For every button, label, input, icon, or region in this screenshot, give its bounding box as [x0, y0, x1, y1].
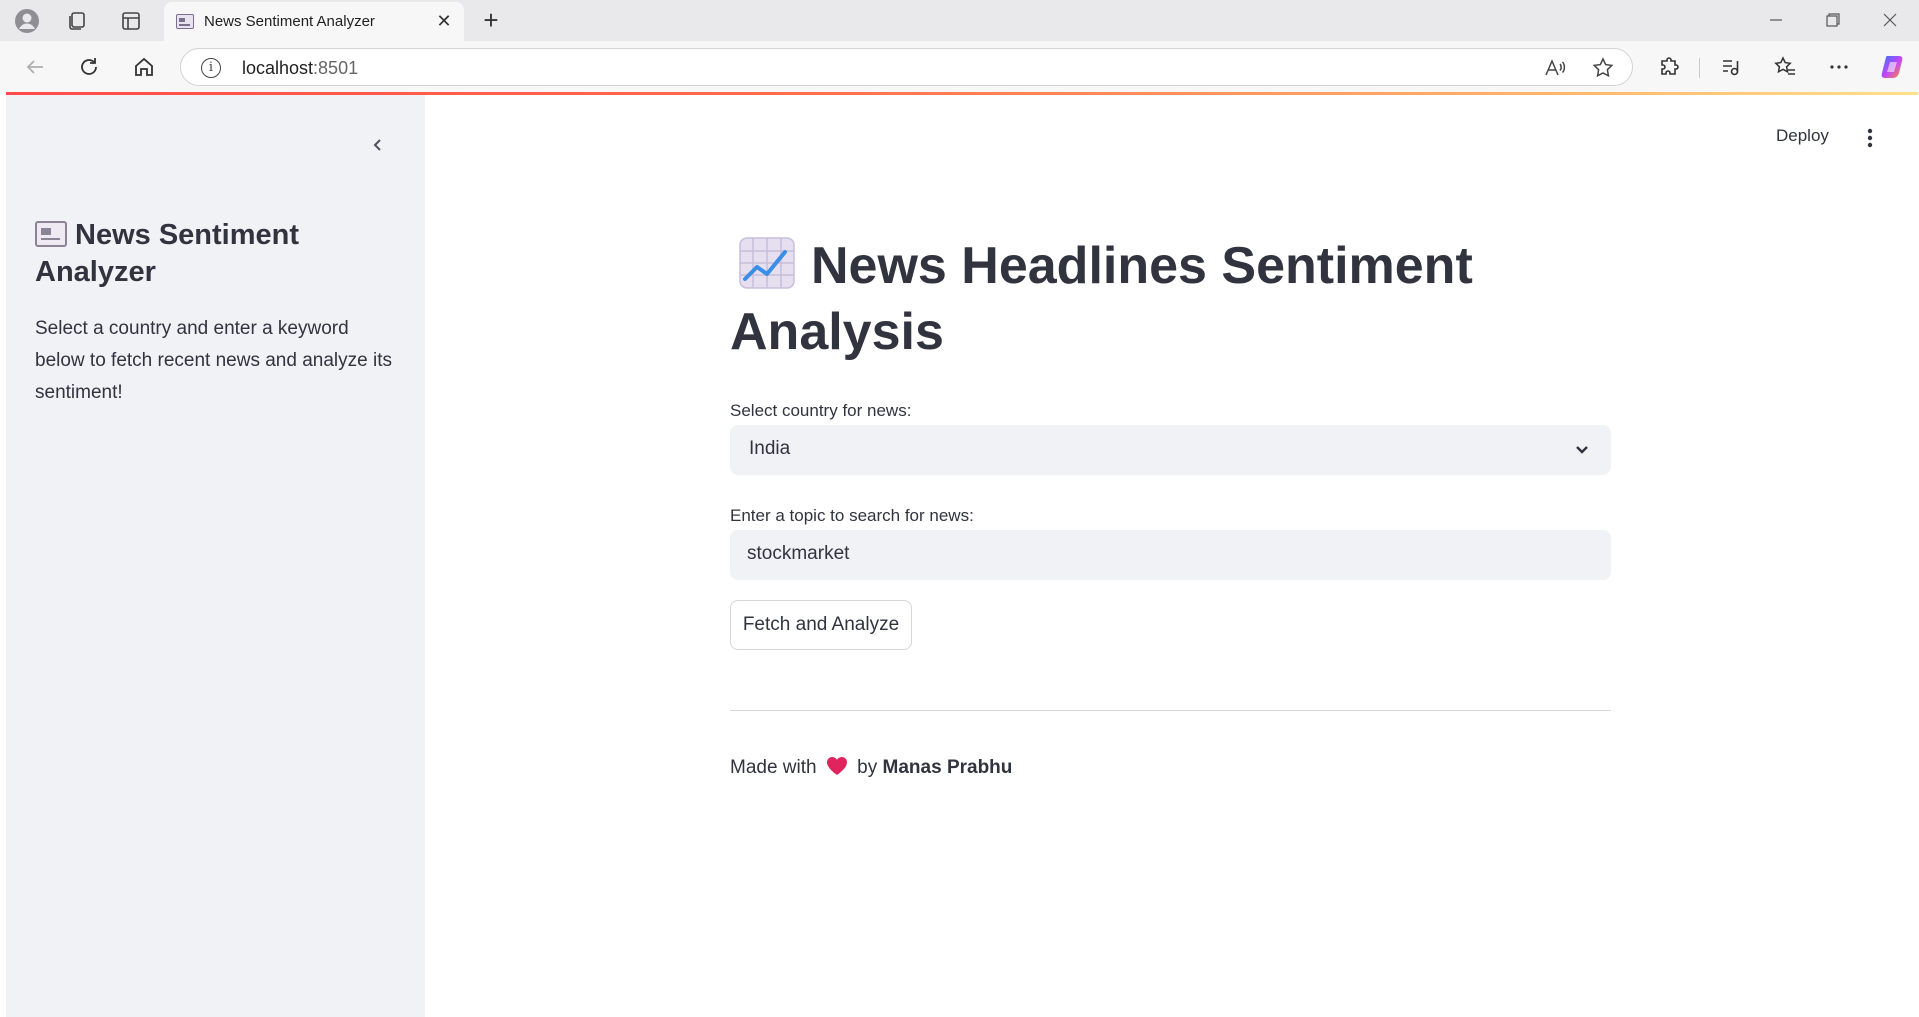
country-label: Select country for news: [730, 401, 912, 420]
media-control-icon[interactable] [1713, 51, 1747, 83]
favorites-icon[interactable] [1768, 51, 1802, 83]
back-icon[interactable] [18, 51, 52, 83]
minimize-icon[interactable] [1761, 8, 1791, 32]
footer-by: by [857, 757, 878, 778]
address-bar-row: i localhost:8501 [0, 41, 1919, 93]
sidebar-description: Select a country and enter a keyword bel… [35, 318, 392, 403]
topic-input-value: stockmarket [747, 543, 850, 564]
url-port: :8501 [313, 58, 359, 78]
new-tab-icon[interactable]: + [475, 5, 507, 37]
footer: Made with by Manas Prabhu [730, 756, 1012, 779]
country-select[interactable]: India [730, 425, 1611, 475]
newspaper-icon [35, 221, 67, 247]
collections-icon[interactable] [60, 6, 94, 36]
url-host: localhost [242, 58, 314, 78]
page-title: News Headlines Sentiment Analysis [730, 233, 1612, 365]
heart-icon [826, 757, 847, 775]
site-info-icon[interactable]: i [201, 58, 221, 78]
close-tab-icon[interactable]: ✕ [434, 11, 454, 31]
streamlit-app: News Sentiment Analyzer Select a country… [6, 95, 1919, 1017]
url-text: localhost:8501 [242, 58, 358, 79]
favorite-star-icon[interactable] [1591, 56, 1615, 80]
country-select-value: India [749, 438, 791, 459]
main-menu-icon[interactable] [1856, 123, 1884, 153]
copilot-icon[interactable] [1876, 51, 1910, 83]
chart-increasing-icon [739, 237, 795, 289]
page-title-text: News Headlines Sentiment Analysis [730, 237, 1473, 361]
tab-actions-icon[interactable] [114, 6, 148, 36]
refresh-icon[interactable] [72, 51, 106, 83]
read-aloud-icon[interactable] [1543, 56, 1567, 80]
newspaper-icon [176, 14, 194, 29]
tab-title: News Sentiment Analyzer [204, 13, 375, 30]
fetch-and-analyze-button[interactable]: Fetch and Analyze [730, 600, 912, 650]
topic-input[interactable]: stockmarket [730, 530, 1611, 580]
browser-tab-bar: News Sentiment Analyzer ✕ + [0, 0, 1919, 41]
topic-label: Enter a topic to search for news: [730, 506, 974, 525]
url-field[interactable]: i localhost:8501 [180, 48, 1633, 86]
toolbar-divider [1699, 58, 1700, 78]
more-menu-icon[interactable] [1822, 51, 1856, 83]
profile-icon[interactable] [10, 6, 44, 36]
sidebar-title-text: News Sentiment Analyzer [35, 219, 299, 288]
sidebar: News Sentiment Analyzer Select a country… [6, 95, 425, 1017]
deploy-button[interactable]: Deploy [1776, 122, 1829, 150]
extensions-icon[interactable] [1653, 51, 1687, 83]
browser-tab-active[interactable]: News Sentiment Analyzer ✕ [164, 2, 464, 41]
home-icon[interactable] [127, 51, 161, 83]
footer-prefix: Made with [730, 757, 817, 778]
divider [730, 710, 1611, 711]
sidebar-title: News Sentiment Analyzer [35, 217, 395, 291]
chevron-down-icon [1576, 446, 1588, 454]
restore-icon[interactable] [1818, 8, 1848, 32]
close-window-icon[interactable] [1875, 8, 1905, 32]
collapse-sidebar-icon[interactable] [363, 130, 393, 160]
main-content: News Headlines Sentiment Analysis Select… [730, 95, 1612, 1017]
footer-author: Manas Prabhu [882, 757, 1013, 778]
